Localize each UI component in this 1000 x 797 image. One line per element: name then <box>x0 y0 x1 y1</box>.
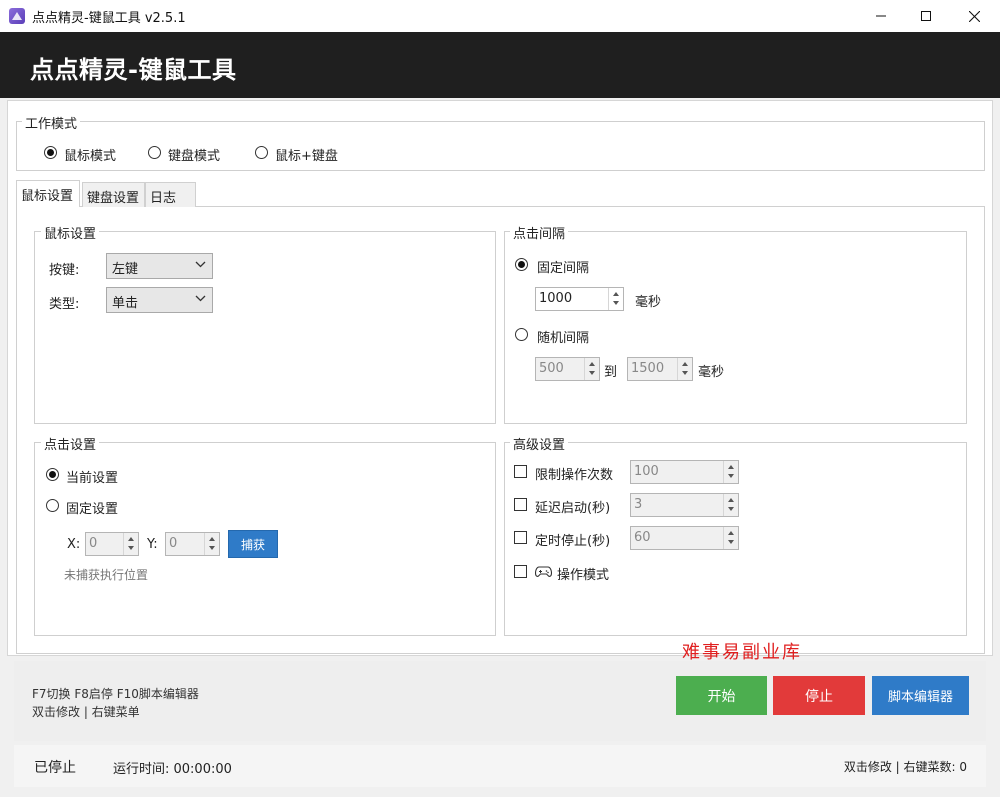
tab-keyboard-settings[interactable]: 键盘设置 <box>82 182 145 207</box>
spinner-arrows[interactable] <box>723 527 738 549</box>
close-icon <box>968 10 980 22</box>
random-min-value: 500 <box>539 361 564 376</box>
mouse-settings-group <box>34 231 496 424</box>
timer-value: 60 <box>634 530 651 545</box>
fixed-interval-value: 1000 <box>539 291 573 306</box>
spinner-arrows[interactable] <box>123 533 138 555</box>
x-coordinate-spinner[interactable]: 0 <box>85 532 139 556</box>
current-position-label: 当前设置 <box>66 471 119 486</box>
stop-button[interactable]: 停止 <box>773 676 865 715</box>
work-mode-group <box>16 121 985 171</box>
tab-log[interactable]: 日志 <box>145 182 196 207</box>
y-coordinate-spinner[interactable]: 0 <box>165 532 220 556</box>
status-state: 已停止 <box>34 760 76 776</box>
delay-checkbox[interactable] <box>514 498 527 511</box>
mouse-keyboard-mode-label: 鼠标+键盘 <box>275 149 338 164</box>
x-coordinate-value: 0 <box>89 536 98 551</box>
chevron-down-icon <box>195 295 206 302</box>
hotkeys-hint: F7切换 F8启停 F10脚本编辑器 <box>32 687 199 701</box>
minimize-button[interactable] <box>858 0 904 32</box>
click-settings-legend: 点击设置 <box>41 434 100 453</box>
status-right-info: 双击修改 | 右键菜数: 0 <box>843 760 967 774</box>
spinner-arrows[interactable] <box>677 358 692 380</box>
spinner-arrows[interactable] <box>204 533 219 555</box>
type-select[interactable]: 单击 <box>106 287 213 313</box>
radio-fixed-interval[interactable] <box>515 258 528 271</box>
maximize-button[interactable] <box>903 0 949 32</box>
random-min-spinner[interactable]: 500 <box>535 357 600 381</box>
random-to-label: 到 <box>604 365 618 380</box>
limit-checkbox[interactable] <box>514 465 527 478</box>
gamepad-icon <box>535 566 552 577</box>
fixed-interval-label: 固定间隔 <box>537 261 590 276</box>
capture-button[interactable]: 捕获 <box>228 530 278 558</box>
limit-spinner[interactable]: 100 <box>630 460 739 484</box>
app-logo-icon <box>9 8 25 24</box>
button-select[interactable]: 左键 <box>106 253 213 279</box>
edit-hint: 双击修改 | 右键菜单 <box>32 705 140 719</box>
minimize-icon <box>876 15 886 17</box>
keyboard-mode-label: 键盘模式 <box>168 149 221 164</box>
radio-mouse-mode[interactable] <box>44 146 57 159</box>
x-label: X: <box>67 537 81 552</box>
radio-fixed-position[interactable] <box>46 499 59 512</box>
fixed-interval-spinner[interactable]: 1000 <box>535 287 624 311</box>
limit-label: 限制操作次数 <box>535 468 614 483</box>
fixed-interval-unit: 毫秒 <box>635 295 662 310</box>
button-select-value: 左键 <box>112 262 139 277</box>
window-title: 点点精灵-键鼠工具 v2.5.1 <box>32 11 186 26</box>
random-interval-label: 随机间隔 <box>537 331 590 346</box>
timer-checkbox[interactable] <box>514 531 527 544</box>
position-hint: 未捕获执行位置 <box>64 568 149 582</box>
gamepad-checkbox[interactable] <box>514 565 527 578</box>
click-interval-legend: 点击间隔 <box>510 223 569 242</box>
maximize-icon <box>921 11 931 21</box>
radio-mouse-keyboard-mode[interactable] <box>255 146 268 159</box>
spinner-arrows[interactable] <box>584 358 599 380</box>
spinner-arrows[interactable] <box>723 494 738 516</box>
button-label: 按键: <box>49 263 80 278</box>
mouse-settings-legend: 鼠标设置 <box>41 223 100 242</box>
radio-random-interval[interactable] <box>515 328 528 341</box>
runtime-text: 运行时间: 00:00:00 <box>113 762 232 777</box>
delay-label: 延迟启动(秒) <box>535 501 611 516</box>
random-max-value: 1500 <box>631 361 665 376</box>
timer-label: 定时停止(秒) <box>535 534 611 549</box>
y-coordinate-value: 0 <box>169 536 178 551</box>
delay-spinner[interactable]: 3 <box>630 493 739 517</box>
delay-value: 3 <box>634 497 643 512</box>
limit-value: 100 <box>634 464 659 479</box>
start-button[interactable]: 开始 <box>676 676 767 715</box>
y-label: Y: <box>147 537 158 552</box>
type-select-value: 单击 <box>112 296 139 311</box>
tab-mouse-settings[interactable]: 鼠标设置 <box>16 180 80 207</box>
radio-keyboard-mode[interactable] <box>148 146 161 159</box>
type-label: 类型: <box>49 297 80 312</box>
fixed-position-label: 固定设置 <box>66 502 119 517</box>
random-max-spinner[interactable]: 1500 <box>627 357 693 381</box>
mouse-mode-label: 鼠标模式 <box>64 149 117 164</box>
spinner-arrows[interactable] <box>723 461 738 483</box>
header-title: 点点精灵-键鼠工具 <box>30 56 237 84</box>
close-button[interactable] <box>951 0 997 32</box>
random-interval-unit: 毫秒 <box>698 365 725 380</box>
work-mode-legend: 工作模式 <box>22 113 81 132</box>
chevron-down-icon <box>195 261 206 268</box>
advanced-settings-legend: 高级设置 <box>510 434 569 453</box>
timer-spinner[interactable]: 60 <box>630 526 739 550</box>
gamepad-label: 操作模式 <box>557 568 610 583</box>
radio-current-position[interactable] <box>46 468 59 481</box>
spinner-arrows[interactable] <box>608 288 623 310</box>
script-editor-button[interactable]: 脚本编辑器 <box>872 676 969 715</box>
